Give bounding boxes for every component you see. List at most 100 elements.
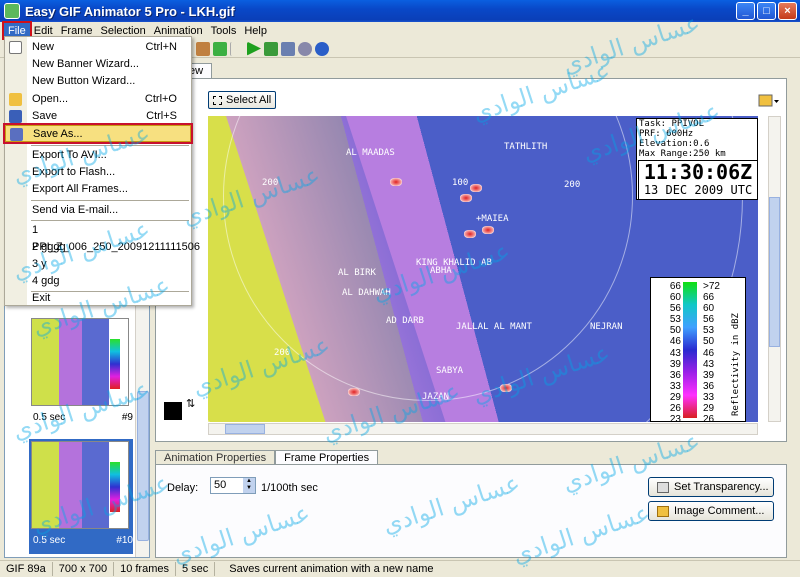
image-icon[interactable] bbox=[281, 41, 295, 56]
status-frames: 10 frames bbox=[114, 562, 176, 576]
menu-item-open[interactable]: Open... Ctrl+O bbox=[5, 91, 191, 108]
ring-label: 100 bbox=[452, 178, 469, 188]
legend-left-column: 6660565350464339363329262321 bbox=[667, 281, 681, 436]
image-comment-button[interactable]: Image Comment... bbox=[648, 501, 774, 521]
delay-input[interactable]: 50 ▲ ▼ bbox=[210, 477, 256, 494]
frame-delay: 0.5 sec bbox=[33, 535, 66, 546]
color-swatch[interactable] bbox=[164, 402, 182, 420]
zoom-icon[interactable] bbox=[298, 41, 312, 56]
menu-label: Send via E-mail... bbox=[32, 204, 119, 216]
select-all-button[interactable]: Select All bbox=[208, 91, 276, 109]
scroll-thumb[interactable] bbox=[769, 197, 780, 347]
status-message: Saves current animation with a new name bbox=[229, 563, 434, 575]
menu-item-recent-2[interactable]: 2 gggg bbox=[5, 239, 191, 256]
legend-value: 39 bbox=[703, 369, 715, 381]
scroll-thumb[interactable] bbox=[137, 391, 149, 541]
legend-value: 66 bbox=[703, 292, 715, 304]
export-icon[interactable] bbox=[264, 41, 278, 56]
app-icon bbox=[4, 3, 20, 19]
play-icon[interactable] bbox=[247, 41, 261, 56]
legend-value: 46 bbox=[669, 336, 681, 348]
scroll-thumb[interactable] bbox=[225, 424, 265, 434]
close-button[interactable]: × bbox=[778, 2, 797, 20]
delay-spinner[interactable]: ▲ ▼ bbox=[243, 478, 255, 493]
reflectivity-legend: 6660565350464339363329262321 >7266605653… bbox=[650, 277, 746, 436]
menu-item-save[interactable]: Save Ctrl+S bbox=[5, 108, 191, 125]
menu-label: Export to Flash... bbox=[32, 166, 116, 178]
tab-animation-properties[interactable]: Animation Properties bbox=[155, 450, 276, 465]
menu-item-exit[interactable]: Exit bbox=[5, 290, 191, 307]
ring-label: 200 bbox=[564, 180, 581, 190]
set-transparency-label: Set Transparency... bbox=[674, 481, 769, 493]
file-menu-dropdown: New Ctrl+N New Banner Wizard... New Butto… bbox=[3, 36, 200, 307]
legend-value: 29 bbox=[669, 391, 681, 403]
menu-item-new-button-wizard[interactable]: New Button Wizard... bbox=[5, 73, 191, 90]
menu-item-export-all-frames[interactable]: Export All Frames... bbox=[5, 181, 191, 198]
swap-colors-icon[interactable]: ⇅ bbox=[186, 397, 195, 410]
legend-value: 36 bbox=[703, 380, 715, 392]
menu-label: Export All Frames... bbox=[32, 183, 128, 195]
text-icon[interactable] bbox=[213, 41, 227, 56]
delay-unit: 1/100th sec bbox=[261, 482, 318, 494]
legend-value: 53 bbox=[669, 314, 681, 326]
frame-delay: 0.5 sec bbox=[33, 412, 66, 423]
menu-label: Exit bbox=[32, 292, 51, 304]
legend-value: 29 bbox=[703, 403, 715, 415]
place-label: ABHA bbox=[430, 266, 452, 276]
place-label: AL DAHWAH bbox=[342, 288, 391, 298]
rain-echo bbox=[348, 388, 360, 396]
menu-label: Save bbox=[32, 110, 58, 122]
preview-horizontal-scrollbar[interactable] bbox=[208, 423, 758, 435]
legend-value: 60 bbox=[669, 292, 681, 304]
selection-icon bbox=[213, 95, 222, 105]
menu-item-export-avi[interactable]: Export To AVI... bbox=[5, 147, 191, 164]
legend-value: >72 bbox=[703, 281, 720, 292]
place-label: KING KHALID AB bbox=[416, 258, 492, 268]
menu-label: New bbox=[32, 41, 55, 53]
menu-label: Export To AVI... bbox=[32, 149, 107, 161]
menu-item-new[interactable]: New Ctrl+N bbox=[5, 39, 191, 56]
rain-echo bbox=[460, 194, 472, 202]
menu-item-recent-4[interactable]: 4 gdg bbox=[5, 273, 191, 290]
status-format: GIF 89a bbox=[0, 562, 53, 576]
help-icon[interactable] bbox=[315, 41, 329, 56]
menu-tools[interactable]: Tools bbox=[207, 23, 241, 39]
place-label: AD DARB bbox=[386, 316, 424, 326]
legend-value: 66 bbox=[669, 281, 681, 292]
title-bar: Easy GIF Animator 5 Pro - LKH.gif _ □ × bbox=[0, 0, 800, 22]
rain-echo bbox=[470, 184, 482, 192]
menu-item-new-banner-wizard[interactable]: New Banner Wizard... bbox=[5, 56, 191, 73]
menu-label: New Banner Wizard... bbox=[32, 58, 139, 70]
preview-vertical-scrollbar[interactable] bbox=[768, 116, 781, 422]
legend-value: 33 bbox=[703, 391, 715, 403]
image-options-icon[interactable] bbox=[758, 93, 780, 109]
place-label: TATHLITH bbox=[504, 142, 548, 152]
minimize-button[interactable]: _ bbox=[736, 2, 755, 20]
menu-separator bbox=[31, 220, 189, 221]
frame-thumbnail-9[interactable]: 0.5 sec #9 bbox=[29, 316, 133, 428]
menu-item-recent-3[interactable]: 3 y bbox=[5, 256, 191, 273]
menu-shortcut: Ctrl+S bbox=[146, 110, 177, 122]
legend-value: 26 bbox=[669, 403, 681, 415]
menu-separator bbox=[31, 200, 189, 201]
place-label: JAZAN bbox=[422, 392, 450, 402]
menu-shortcut: Ctrl+O bbox=[144, 93, 177, 105]
maximize-button[interactable]: □ bbox=[757, 2, 776, 20]
tab-frame-properties[interactable]: Frame Properties bbox=[275, 450, 379, 465]
legend-right-column: >7266605653504643393633292623 bbox=[703, 281, 720, 436]
info-line: Max Range:250 km bbox=[639, 149, 726, 159]
menu-item-send-email[interactable]: Send via E-mail... bbox=[5, 202, 191, 219]
wand-icon[interactable] bbox=[196, 41, 210, 56]
menu-item-recent-1[interactable]: 1 PPI_Z_006_250_20091211111506 bbox=[5, 222, 200, 253]
status-bar: GIF 89a 700 x 700 10 frames 5 sec Saves … bbox=[0, 560, 800, 577]
set-transparency-button[interactable]: Set Transparency... bbox=[648, 477, 774, 497]
legend-value: 36 bbox=[669, 369, 681, 381]
frame-thumbnail-10[interactable]: 0.5 sec #10 bbox=[29, 439, 133, 554]
menu-label: Open... bbox=[32, 93, 69, 105]
menu-item-save-as[interactable]: Save As... bbox=[3, 123, 193, 144]
place-label: AL BIRK bbox=[338, 268, 376, 278]
menu-item-export-flash[interactable]: Export to Flash... bbox=[5, 164, 191, 181]
menu-separator bbox=[31, 145, 189, 146]
frame-number: #10 bbox=[116, 535, 133, 546]
menu-help[interactable]: Help bbox=[240, 23, 271, 39]
